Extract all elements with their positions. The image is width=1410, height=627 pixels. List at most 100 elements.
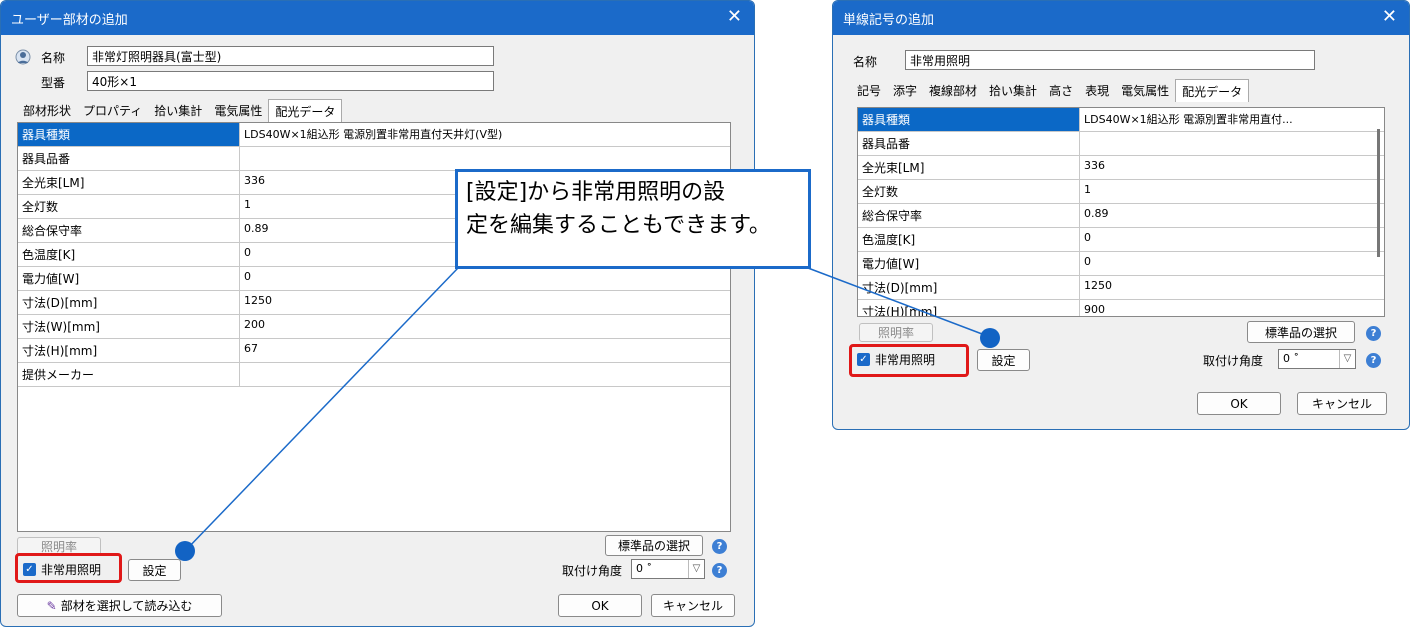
- name-label: 名称: [853, 55, 878, 69]
- dialog-title: 単線記号の追加: [843, 12, 935, 28]
- table-row[interactable]: 寸法(H)[mm] 900: [858, 300, 1384, 316]
- table-row[interactable]: 電力値[W] 0: [858, 252, 1384, 276]
- help-icon[interactable]: ?: [1366, 326, 1381, 341]
- scrollbar[interactable]: [1377, 129, 1380, 257]
- tab-electrical[interactable]: 電気属性: [208, 99, 268, 121]
- pencil-icon: ✎: [46, 598, 57, 613]
- row-key: 全光束[LM]: [18, 171, 240, 194]
- row-value[interactable]: 0.89: [1080, 204, 1384, 227]
- settings-button[interactable]: 設定: [977, 349, 1030, 371]
- table-row[interactable]: 寸法(H)[mm] 67: [18, 339, 730, 363]
- close-icon[interactable]: ✕: [1382, 7, 1397, 27]
- table-row[interactable]: 総合保守率 0.89: [858, 204, 1384, 228]
- standard-select-button[interactable]: 標準品の選択: [1247, 321, 1355, 343]
- row-value[interactable]: 0: [240, 267, 730, 290]
- name-field[interactable]: 非常用照明: [905, 50, 1315, 70]
- row-value[interactable]: [240, 147, 730, 170]
- table-row[interactable]: 提供メーカー: [18, 363, 730, 387]
- ok-button[interactable]: OK: [1197, 392, 1281, 415]
- row-value[interactable]: 1250: [1080, 276, 1384, 299]
- table-row[interactable]: 寸法(D)[mm] 1250: [858, 276, 1384, 300]
- table-row[interactable]: 器具種類 LDS40W×1組込形 電源別置非常用直付天井灯(V型): [18, 123, 730, 147]
- dialog-title: ユーザー部材の追加: [11, 12, 128, 28]
- help-icon[interactable]: ?: [712, 563, 727, 578]
- close-icon[interactable]: ✕: [727, 7, 742, 27]
- row-value[interactable]: LDS40W×1組込形 電源別置非常用直付天井灯(V型): [240, 123, 730, 146]
- tab-subscript[interactable]: 添字: [887, 79, 923, 101]
- row-value[interactable]: 0: [1080, 252, 1384, 275]
- callout-line-1: [設定]から非常用照明の設: [466, 180, 726, 205]
- row-value[interactable]: 67: [240, 339, 730, 362]
- name-label: 名称: [41, 51, 66, 65]
- row-key: 色温度[K]: [858, 228, 1080, 251]
- illuminance-button[interactable]: 照明率: [859, 323, 933, 342]
- tab-expression[interactable]: 表現: [1079, 79, 1115, 101]
- tab-shape[interactable]: 部材形状: [17, 99, 77, 121]
- title-bar: 単線記号の追加 ✕: [833, 1, 1409, 35]
- callout-dot: [175, 541, 195, 561]
- user-icon: [15, 49, 31, 65]
- angle-select[interactable]: 0 ˚ ▽: [631, 559, 705, 579]
- name-field[interactable]: 非常灯照明器具(富士型): [87, 46, 494, 66]
- load-component-button[interactable]: ✎ 部材を選択して読み込む: [17, 594, 222, 617]
- highlight-box: [849, 344, 969, 377]
- load-component-label: 部材を選択して読み込む: [60, 599, 193, 613]
- row-key: 提供メーカー: [18, 363, 240, 386]
- model-field[interactable]: 40形×1: [87, 71, 494, 91]
- callout-dot: [980, 328, 1000, 348]
- row-key: 寸法(H)[mm]: [858, 300, 1080, 316]
- row-value[interactable]: 900: [1080, 300, 1384, 316]
- help-icon[interactable]: ?: [1366, 353, 1381, 368]
- row-value[interactable]: 1250: [240, 291, 730, 314]
- tab-strip: 部材形状 プロパティ 拾い集計 電気属性 配光データ: [17, 99, 343, 122]
- row-key: 全灯数: [18, 195, 240, 218]
- user-component-dialog: ユーザー部材の追加 ✕ 名称 非常灯照明器具(富士型) 型番 40形×1 部材形…: [0, 0, 755, 627]
- row-key: 寸法(H)[mm]: [18, 339, 240, 362]
- standard-select-button[interactable]: 標準品の選択: [605, 535, 703, 556]
- row-key: 寸法(D)[mm]: [858, 276, 1080, 299]
- help-icon[interactable]: ?: [712, 539, 727, 554]
- ok-button[interactable]: OK: [558, 594, 642, 617]
- row-key: 器具種類: [18, 123, 240, 146]
- property-grid[interactable]: 器具種類 LDS40W×1組込形 電源別置非常用直付... 器具品番 全光束[LM] 3…: [857, 107, 1385, 317]
- chevron-down-icon: ▽: [688, 560, 704, 578]
- row-key: 全光束[LM]: [858, 156, 1080, 179]
- row-value[interactable]: 0: [1080, 228, 1384, 251]
- table-row[interactable]: 全光束[LM] 336: [858, 156, 1384, 180]
- callout-box: [設定]から非常用照明の設 定を編集することもできます。: [455, 169, 811, 269]
- settings-button[interactable]: 設定: [128, 559, 181, 581]
- row-key: 電力値[W]: [858, 252, 1080, 275]
- title-bar: ユーザー部材の追加 ✕: [1, 1, 754, 35]
- table-row[interactable]: 器具品番: [858, 132, 1384, 156]
- angle-value: 0 ˚: [636, 562, 652, 575]
- tab-electrical[interactable]: 電気属性: [1115, 79, 1175, 101]
- cancel-button[interactable]: キャンセル: [1297, 392, 1387, 415]
- row-value[interactable]: [240, 363, 730, 386]
- tab-count[interactable]: 拾い集計: [148, 99, 208, 121]
- row-value[interactable]: 1: [1080, 180, 1384, 203]
- tab-light-distribution[interactable]: 配光データ: [268, 99, 343, 122]
- table-row[interactable]: 寸法(W)[mm] 200: [18, 315, 730, 339]
- table-row[interactable]: 電力値[W] 0: [18, 267, 730, 291]
- tab-property[interactable]: プロパティ: [77, 99, 148, 121]
- tab-height[interactable]: 高さ: [1043, 79, 1079, 101]
- cancel-button[interactable]: キャンセル: [651, 594, 735, 617]
- row-value[interactable]: 200: [240, 315, 730, 338]
- row-value[interactable]: LDS40W×1組込形 電源別置非常用直付...: [1080, 108, 1384, 131]
- table-row[interactable]: 色温度[K] 0: [858, 228, 1384, 252]
- table-row[interactable]: 全灯数 1: [858, 180, 1384, 204]
- tab-multiline[interactable]: 複線部材: [923, 79, 983, 101]
- table-row[interactable]: 寸法(D)[mm] 1250: [18, 291, 730, 315]
- row-value[interactable]: [1080, 132, 1384, 155]
- table-row[interactable]: 器具品番: [18, 147, 730, 171]
- tab-count[interactable]: 拾い集計: [983, 79, 1043, 101]
- row-value[interactable]: 336: [1080, 156, 1384, 179]
- angle-select[interactable]: 0 ˚ ▽: [1278, 349, 1356, 369]
- row-key: 寸法(W)[mm]: [18, 315, 240, 338]
- row-key: 総合保守率: [858, 204, 1080, 227]
- tab-light-distribution[interactable]: 配光データ: [1175, 79, 1250, 102]
- callout-line-2: 定を編集することもできます。: [466, 213, 771, 238]
- table-row[interactable]: 器具種類 LDS40W×1組込形 電源別置非常用直付...: [858, 108, 1384, 132]
- row-key: 電力値[W]: [18, 267, 240, 290]
- tab-symbol[interactable]: 記号: [851, 79, 887, 101]
